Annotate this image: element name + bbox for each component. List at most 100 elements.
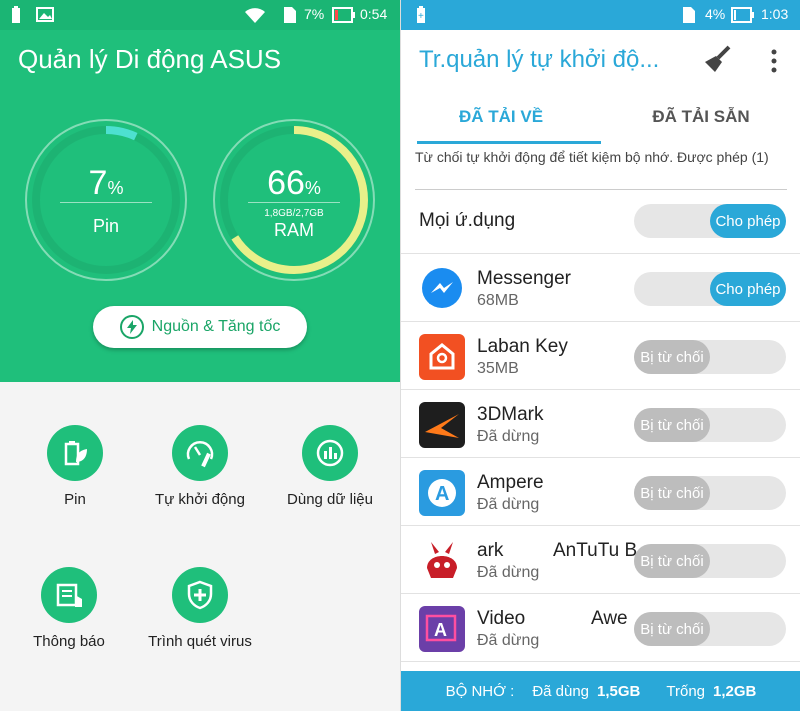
data-chart-icon (302, 425, 358, 481)
svg-text:A: A (434, 620, 447, 640)
app-name: Ampere (477, 472, 544, 493)
app-toggle[interactable]: Bị từ chối (634, 408, 786, 442)
app-row: Laban Key 35MB Bị từ chối (401, 322, 800, 390)
tile-virus-scan-label: Trình quét virus (148, 633, 252, 650)
app-toggle[interactable]: Bị từ chối (634, 476, 786, 510)
battery-gauge[interactable]: 7% Pin (22, 116, 190, 284)
3dmark-icon (419, 402, 465, 448)
battery-unit: % (107, 178, 124, 198)
battery-icon (731, 7, 754, 23)
battery-leaf-icon (47, 425, 103, 481)
svg-text:+: + (418, 11, 424, 22)
ram-gauge-label: RAM (274, 220, 314, 240)
app-status: Đã dừng (477, 564, 540, 581)
app-status: Đã dừng (477, 632, 540, 649)
tab-preinstalled-label: ĐÃ TẢI SẴN (652, 107, 750, 126)
page-title: Tr.quản lý tự khởi độ... (419, 46, 660, 73)
app-row: A Ampere Đã dừng Bị từ chối (401, 458, 800, 526)
app-name: 3DMark (477, 404, 544, 425)
battery-alert-icon (12, 6, 20, 23)
tile-battery[interactable]: Pin (10, 425, 140, 508)
ampere-icon: A (419, 470, 465, 516)
broom-icon[interactable] (703, 44, 733, 74)
notification-hand-icon (41, 567, 97, 623)
toggle-knob: Bị từ chối (634, 408, 710, 442)
free-label: Trống (666, 682, 706, 700)
ram-unit: % (304, 178, 321, 198)
power-boost-button[interactable]: Nguồn & Tăng tốc (93, 306, 307, 348)
hero-panel: Quản lý Di động ASUS 7% Pin 66% 1,8GB/2,… (0, 30, 400, 382)
ram-gauge[interactable]: 66% 1,8GB/2,7GB RAM (210, 116, 378, 284)
toggle-knob: Cho phép (710, 204, 786, 238)
app-row: ark AnTuTu B Đã dừng Bị từ chối (401, 526, 800, 594)
asus-mobile-manager-screen: 7% 0:54 Quản lý Di động ASUS 7% Pin 66% … (0, 0, 400, 711)
tile-virus-scan[interactable]: Trình quét virus (135, 567, 265, 650)
ram-value: 66 (267, 164, 305, 202)
app-toggle[interactable]: Cho phép (634, 272, 786, 306)
free-value: 1,2GB (713, 682, 757, 700)
app-name: Laban Key (477, 336, 568, 357)
gauge-divider (60, 202, 152, 203)
app-toggle[interactable]: Bị từ chối (634, 340, 786, 374)
ram-detail: 1,8GB/2,7GB (264, 208, 324, 219)
tab-downloaded-label: ĐÃ TẢI VỀ (458, 107, 544, 126)
power-boost-label: Nguồn & Tăng tốc (151, 318, 281, 335)
app-name: Video (477, 608, 526, 629)
laban-key-icon (419, 334, 465, 380)
app-row: 3DMark Đã dừng Bị từ chối (401, 390, 800, 458)
battery-value: 7 (88, 164, 108, 202)
clock: 1:03 (761, 6, 789, 22)
lightning-icon (119, 315, 144, 339)
wifi-icon (245, 8, 265, 23)
video-app-icon: A (419, 606, 465, 652)
battery-percent: 7% (304, 6, 325, 22)
battery-gauge-label: Pin (92, 216, 119, 236)
app-name-overflow: Awe (591, 608, 628, 629)
toggle-knob: Bị từ chối (634, 544, 710, 578)
toggle-knob: Bị từ chối (634, 476, 710, 510)
tile-auto-start-label: Tự khởi động (155, 491, 245, 508)
messenger-icon (419, 266, 465, 312)
auto-start-manager-screen: + 4% 1:03 Tr.quản lý tự khởi độ... ĐÃ TẢ… (400, 0, 800, 711)
toggle-knob: Cho phép (710, 272, 786, 306)
sim-card-icon (284, 7, 296, 23)
app-name: Messenger (477, 268, 571, 289)
app-name: ark (477, 540, 504, 561)
sim-card-icon (683, 7, 695, 23)
app-status: Đã dừng (477, 496, 540, 513)
tile-data-usage[interactable]: Dùng dữ liệu (265, 425, 395, 508)
app-title: Quản lý Di động ASUS (18, 44, 282, 74)
svg-text:A: A (435, 483, 449, 505)
tile-battery-label: Pin (64, 491, 86, 508)
app-status: 68MB (477, 292, 519, 309)
tile-data-usage-label: Dùng dữ liệu (287, 491, 373, 508)
battery-gauge-value: 7% (22, 164, 190, 203)
tab-preinstalled[interactable]: ĐÃ TẢI SẴN (601, 90, 800, 144)
tab-bar: ĐÃ TẢI VỀ ĐÃ TẢI SẴN (401, 90, 800, 144)
tile-notifications[interactable]: Thông báo (4, 567, 134, 650)
battery-icon (332, 7, 355, 23)
app-row: A Video Awe Đã dừng Bị từ chối (401, 594, 800, 662)
app-row: Messenger 68MB Cho phép (401, 254, 800, 322)
ram-gauge-value: 66% (210, 164, 378, 203)
tile-auto-start[interactable]: Tự khởi động (135, 425, 265, 508)
app-toggle[interactable]: Bị từ chối (634, 544, 786, 578)
antutu-icon (419, 538, 465, 584)
app-status: 35MB (477, 360, 519, 377)
toolbar: Tr.quản lý tự khởi độ... (401, 30, 800, 90)
more-vert-icon[interactable] (769, 48, 779, 74)
toggle-knob: Bị từ chối (634, 612, 710, 646)
all-apps-toggle[interactable]: Cho phép (634, 204, 786, 238)
app-name-overflow: AnTuTu B (553, 540, 638, 561)
battery-percent: 4% (705, 6, 726, 22)
description-text: Từ chối tự khởi động để tiết kiệm bộ nhớ… (415, 149, 769, 165)
used-label: Đã dùng (532, 682, 590, 700)
memory-label: BỘ NHỚ : (445, 682, 515, 700)
battery-charging-icon: + (417, 6, 425, 23)
tab-downloaded[interactable]: ĐÃ TẢI VỀ (401, 90, 601, 144)
app-toggle[interactable]: Bị từ chối (634, 612, 786, 646)
all-apps-label: Mọi ứ.dụng (419, 210, 516, 231)
app-status: Đã dừng (477, 428, 540, 445)
image-icon (36, 7, 54, 22)
speedometer-wrench-icon (172, 425, 228, 481)
